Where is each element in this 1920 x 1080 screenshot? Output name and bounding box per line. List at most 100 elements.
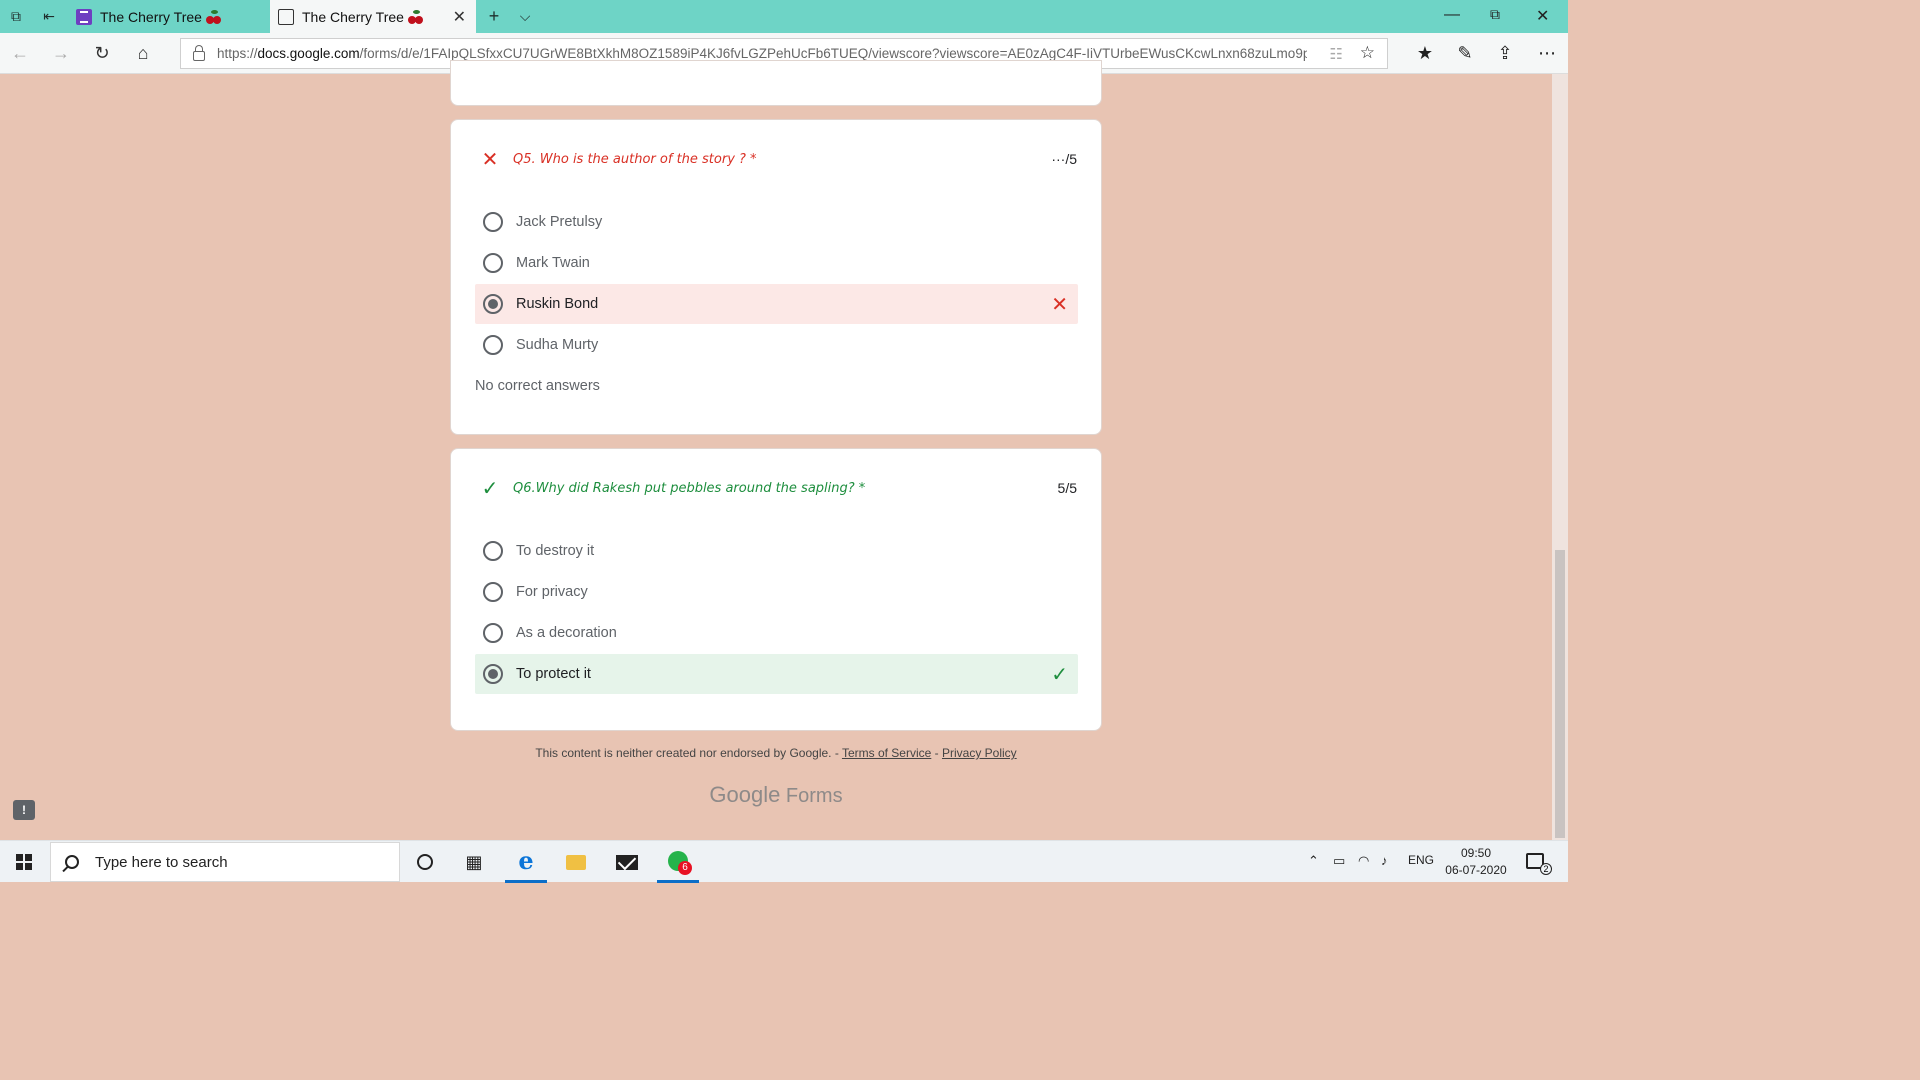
clock-time: 09:50	[1460, 846, 1492, 860]
scrollbar-thumb[interactable]	[1555, 550, 1565, 838]
set-tabs-aside-icon[interactable]: ⇤	[41, 8, 57, 24]
taskbar-clock[interactable]: 09:50 06-07-2020	[1440, 845, 1512, 879]
search-placeholder: Type here to search	[95, 853, 228, 871]
forward-arrow-icon[interactable]: →	[50, 43, 72, 64]
radio-button[interactable]	[483, 253, 503, 273]
answer-option[interactable]: Jack Pretulsy	[475, 202, 1078, 242]
back-arrow-icon[interactable]: ←	[9, 43, 31, 64]
answer-option[interactable]: As a decoration	[475, 613, 1078, 653]
option-label: As a decoration	[516, 625, 617, 641]
radio-button[interactable]	[483, 335, 503, 355]
volume-icon[interactable]: ♪	[1381, 853, 1388, 868]
more-menu-icon[interactable]: ⋯	[1536, 43, 1558, 64]
wifi-icon[interactable]: ◠	[1358, 853, 1369, 869]
tab-title: The Cherry Tree	[302, 8, 404, 25]
question-header: ✓ Q6.Why did Rakesh put pebbles around t…	[479, 477, 1077, 500]
share-icon[interactable]: ⇪	[1494, 43, 1516, 64]
option-label: Mark Twain	[516, 255, 590, 271]
action-center-icon[interactable]: 2	[1526, 853, 1552, 875]
option-label: Ruskin Bond	[516, 296, 599, 312]
logo-forms-text: Forms	[780, 785, 843, 807]
radio-button[interactable]	[483, 541, 503, 561]
radio-button[interactable]	[483, 582, 503, 602]
answer-option[interactable]: To destroy it	[475, 531, 1078, 571]
radio-button-selected[interactable]	[483, 664, 503, 684]
report-feedback-icon[interactable]: !	[13, 800, 35, 820]
close-window-icon[interactable]: ✕	[1536, 6, 1549, 26]
correct-check-icon: ✓	[1051, 663, 1068, 686]
question-card-q6: ✓ Q6.Why did Rakesh put pebbles around t…	[450, 448, 1102, 731]
language-indicator[interactable]: ENG	[1408, 853, 1434, 867]
tab-cherry-tree-1[interactable]: The Cherry Tree	[68, 0, 268, 33]
answer-option-selected-correct[interactable]: To protect it ✓	[475, 654, 1078, 694]
page-scrollbar[interactable]	[1552, 74, 1568, 840]
clock-date: 06-07-2020	[1445, 863, 1507, 877]
cortana-icon[interactable]	[404, 841, 446, 883]
cherry-emoji-icon	[205, 9, 222, 25]
correct-check-icon: ✓	[481, 477, 499, 500]
logo-google-text: Google	[709, 782, 781, 807]
disclaimer-text: This content is neither created nor endo…	[535, 746, 842, 760]
minimize-icon[interactable]: —	[1444, 6, 1460, 24]
option-label: Jack Pretulsy	[516, 214, 603, 230]
windows-taskbar: Type here to search ▦ e 6 ⌃ ▭ ◠ ♪ ENG 09…	[0, 840, 1568, 883]
search-icon	[65, 855, 79, 869]
privacy-policy-link[interactable]: Privacy Policy	[942, 746, 1017, 760]
taskbar-search-box[interactable]: Type here to search	[50, 842, 400, 882]
web-note-pen-icon[interactable]: ✎	[1454, 43, 1476, 64]
radio-button-selected[interactable]	[483, 294, 503, 314]
refresh-icon[interactable]: ↻	[91, 43, 113, 64]
notification-count: 2	[1540, 863, 1552, 875]
question-score: ···/5	[1051, 151, 1077, 167]
windows-start-icon[interactable]	[16, 854, 32, 870]
home-icon[interactable]: ⌂	[132, 43, 154, 64]
answer-option[interactable]: Mark Twain	[475, 243, 1078, 283]
cherry-emoji-icon	[407, 9, 424, 25]
tab-cherry-tree-2[interactable]: The Cherry Tree ✕	[270, 0, 476, 33]
task-view-icon[interactable]: ▦	[453, 841, 495, 883]
radio-button[interactable]	[483, 623, 503, 643]
question-score: 5/5	[1057, 480, 1077, 496]
radio-button[interactable]	[483, 212, 503, 232]
forms-footer: This content is neither created nor endo…	[450, 746, 1102, 760]
google-forms-logo[interactable]: Google Forms	[450, 782, 1102, 808]
whatsapp-badge: 6	[678, 860, 692, 875]
option-label: To protect it	[516, 666, 591, 682]
mail-icon[interactable]	[606, 841, 648, 883]
question-card-q5: ✕ Q5. Who is the author of the story ? *…	[450, 119, 1102, 435]
previous-question-card	[450, 60, 1102, 106]
tab-preview-chevron-icon[interactable]: ⌵	[517, 8, 533, 24]
terms-of-service-link[interactable]: Terms of Service	[842, 746, 931, 760]
question-title: Q5. Who is the author of the story ? *	[513, 151, 757, 167]
footer-separator: -	[931, 746, 942, 760]
tab-title: The Cherry Tree	[100, 8, 202, 25]
google-forms-favicon-icon	[76, 8, 92, 25]
question-header: ✕ Q5. Who is the author of the story ? *…	[479, 148, 1077, 171]
incorrect-x-icon: ✕	[1051, 293, 1068, 316]
favorites-hub-icon[interactable]: ★	[1414, 43, 1436, 64]
url-text[interactable]: https://docs.google.com/forms/d/e/1FAIpQ…	[217, 46, 1307, 61]
no-correct-answers-note: No correct answers	[475, 378, 600, 394]
browser-tab-bar: ⧉ ⇤ The Cherry Tree The Cherry Tree ✕ + …	[0, 0, 1568, 33]
battery-icon[interactable]: ▭	[1333, 853, 1345, 869]
option-label: For privacy	[516, 584, 588, 600]
incorrect-x-icon: ✕	[481, 148, 499, 171]
edge-browser-icon[interactable]: e	[505, 841, 547, 883]
show-hidden-icons-chevron-icon[interactable]: ⌃	[1308, 853, 1319, 869]
favorite-star-icon[interactable]: ☆	[1360, 43, 1375, 63]
file-explorer-icon[interactable]	[555, 841, 597, 883]
answer-option[interactable]: For privacy	[475, 572, 1078, 612]
reading-view-icon[interactable]: ☷	[1330, 45, 1343, 63]
page-favicon-icon	[278, 8, 294, 25]
lock-icon	[193, 45, 205, 61]
question-title: Q6.Why did Rakesh put pebbles around the…	[513, 480, 866, 496]
whatsapp-icon[interactable]: 6	[657, 841, 699, 883]
option-label: To destroy it	[516, 543, 595, 559]
close-tab-icon[interactable]: ✕	[453, 7, 466, 27]
option-label: Sudha Murty	[516, 337, 599, 353]
answer-option-selected-wrong[interactable]: Ruskin Bond ✕	[475, 284, 1078, 324]
answer-option[interactable]: Sudha Murty	[475, 325, 1078, 365]
tab-actions-icon[interactable]: ⧉	[8, 8, 24, 24]
new-tab-icon[interactable]: +	[486, 7, 502, 25]
restore-icon[interactable]: ⧉	[1490, 6, 1500, 23]
